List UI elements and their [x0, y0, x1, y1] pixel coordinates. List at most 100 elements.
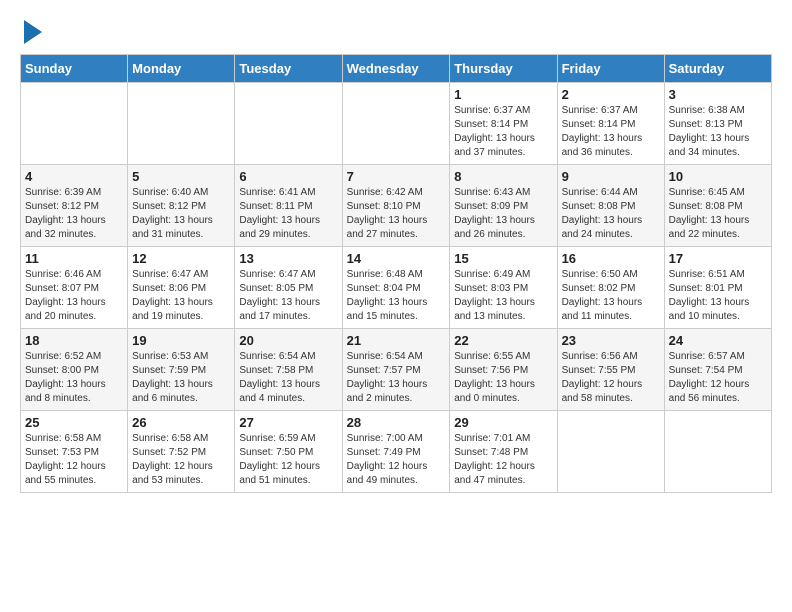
calendar-cell: 12 Sunrise: 6:47 AM Sunset: 8:06 PM Dayli…: [128, 247, 235, 329]
calendar-cell: 8 Sunrise: 6:43 AM Sunset: 8:09 PM Daylig…: [450, 165, 557, 247]
calendar-cell: [21, 83, 128, 165]
day-number: 21: [347, 333, 446, 348]
day-info: Sunrise: 6:43 AM Sunset: 8:09 PM Dayligh…: [454, 186, 552, 242]
page-header: [20, 20, 772, 44]
day-info: Sunrise: 6:47 AM Sunset: 8:06 PM Dayligh…: [132, 268, 230, 324]
day-number: 25: [25, 415, 123, 430]
day-number: 18: [25, 333, 123, 348]
day-info: Sunrise: 7:00 AM Sunset: 7:49 PM Dayligh…: [347, 432, 446, 488]
calendar-table: SundayMondayTuesdayWednesdayThursdayFrid…: [20, 54, 772, 493]
calendar-week-row: 18 Sunrise: 6:52 AM Sunset: 8:00 PM Dayli…: [21, 329, 772, 411]
day-info: Sunrise: 6:38 AM Sunset: 8:13 PM Dayligh…: [669, 104, 767, 160]
calendar-cell: 6 Sunrise: 6:41 AM Sunset: 8:11 PM Daylig…: [235, 165, 342, 247]
logo-arrow-icon: [24, 20, 42, 44]
day-number: 23: [562, 333, 660, 348]
calendar-cell: 4 Sunrise: 6:39 AM Sunset: 8:12 PM Daylig…: [21, 165, 128, 247]
day-number: 14: [347, 251, 446, 266]
calendar-cell: 1 Sunrise: 6:37 AM Sunset: 8:14 PM Daylig…: [450, 83, 557, 165]
day-number: 29: [454, 415, 552, 430]
day-number: 17: [669, 251, 767, 266]
calendar-week-row: 1 Sunrise: 6:37 AM Sunset: 8:14 PM Daylig…: [21, 83, 772, 165]
day-info: Sunrise: 6:52 AM Sunset: 8:00 PM Dayligh…: [25, 350, 123, 406]
day-number: 20: [239, 333, 337, 348]
weekday-header-friday: Friday: [557, 55, 664, 83]
day-info: Sunrise: 6:58 AM Sunset: 7:52 PM Dayligh…: [132, 432, 230, 488]
day-info: Sunrise: 7:01 AM Sunset: 7:48 PM Dayligh…: [454, 432, 552, 488]
day-info: Sunrise: 6:49 AM Sunset: 8:03 PM Dayligh…: [454, 268, 552, 324]
calendar-cell: 22 Sunrise: 6:55 AM Sunset: 7:56 PM Dayli…: [450, 329, 557, 411]
calendar-week-row: 4 Sunrise: 6:39 AM Sunset: 8:12 PM Daylig…: [21, 165, 772, 247]
day-info: Sunrise: 6:48 AM Sunset: 8:04 PM Dayligh…: [347, 268, 446, 324]
day-info: Sunrise: 6:39 AM Sunset: 8:12 PM Dayligh…: [25, 186, 123, 242]
calendar-cell: 3 Sunrise: 6:38 AM Sunset: 8:13 PM Daylig…: [664, 83, 771, 165]
calendar-cell: 26 Sunrise: 6:58 AM Sunset: 7:52 PM Dayli…: [128, 411, 235, 493]
calendar-cell: 18 Sunrise: 6:52 AM Sunset: 8:00 PM Dayli…: [21, 329, 128, 411]
day-number: 1: [454, 87, 552, 102]
day-number: 8: [454, 169, 552, 184]
calendar-cell: 17 Sunrise: 6:51 AM Sunset: 8:01 PM Dayli…: [664, 247, 771, 329]
day-info: Sunrise: 6:45 AM Sunset: 8:08 PM Dayligh…: [669, 186, 767, 242]
day-number: 10: [669, 169, 767, 184]
day-info: Sunrise: 6:57 AM Sunset: 7:54 PM Dayligh…: [669, 350, 767, 406]
logo: [20, 20, 42, 44]
calendar-cell: 16Sunrise: 6:50 AM Sunset: 8:02 PM Dayli…: [557, 247, 664, 329]
weekday-header-saturday: Saturday: [664, 55, 771, 83]
day-number: 4: [25, 169, 123, 184]
day-info: Sunrise: 6:37 AM Sunset: 8:14 PM Dayligh…: [454, 104, 552, 160]
day-number: 13: [239, 251, 337, 266]
calendar-cell: 25 Sunrise: 6:58 AM Sunset: 7:53 PM Dayli…: [21, 411, 128, 493]
calendar-cell: 7 Sunrise: 6:42 AM Sunset: 8:10 PM Daylig…: [342, 165, 450, 247]
day-info: Sunrise: 6:51 AM Sunset: 8:01 PM Dayligh…: [669, 268, 767, 324]
weekday-header-row: SundayMondayTuesdayWednesdayThursdayFrid…: [21, 55, 772, 83]
calendar-cell: 2 Sunrise: 6:37 AM Sunset: 8:14 PM Daylig…: [557, 83, 664, 165]
day-number: 9: [562, 169, 660, 184]
day-number: 6: [239, 169, 337, 184]
day-number: 5: [132, 169, 230, 184]
calendar-cell: 24 Sunrise: 6:57 AM Sunset: 7:54 PM Dayli…: [664, 329, 771, 411]
day-info: Sunrise: 6:50 AM Sunset: 8:02 PM Dayligh…: [562, 268, 660, 324]
day-number: 19: [132, 333, 230, 348]
weekday-header-monday: Monday: [128, 55, 235, 83]
calendar-cell: 29 Sunrise: 7:01 AM Sunset: 7:48 PM Dayli…: [450, 411, 557, 493]
day-number: 28: [347, 415, 446, 430]
day-number: 7: [347, 169, 446, 184]
day-number: 12: [132, 251, 230, 266]
day-info: Sunrise: 6:37 AM Sunset: 8:14 PM Dayligh…: [562, 104, 660, 160]
calendar-cell: 23Sunrise: 6:56 AM Sunset: 7:55 PM Dayli…: [557, 329, 664, 411]
day-info: Sunrise: 6:41 AM Sunset: 8:11 PM Dayligh…: [239, 186, 337, 242]
calendar-cell: [342, 83, 450, 165]
calendar-week-row: 25 Sunrise: 6:58 AM Sunset: 7:53 PM Dayli…: [21, 411, 772, 493]
day-info: Sunrise: 6:54 AM Sunset: 7:57 PM Dayligh…: [347, 350, 446, 406]
calendar-cell: 20 Sunrise: 6:54 AM Sunset: 7:58 PM Dayli…: [235, 329, 342, 411]
day-number: 3: [669, 87, 767, 102]
day-info: Sunrise: 6:54 AM Sunset: 7:58 PM Dayligh…: [239, 350, 337, 406]
day-info: Sunrise: 6:55 AM Sunset: 7:56 PM Dayligh…: [454, 350, 552, 406]
calendar-cell: 15 Sunrise: 6:49 AM Sunset: 8:03 PM Dayli…: [450, 247, 557, 329]
calendar-week-row: 11Sunrise: 6:46 AM Sunset: 8:07 PM Dayli…: [21, 247, 772, 329]
day-info: Sunrise: 6:47 AM Sunset: 8:05 PM Dayligh…: [239, 268, 337, 324]
day-number: 2: [562, 87, 660, 102]
day-number: 27: [239, 415, 337, 430]
calendar-cell: 27Sunrise: 6:59 AM Sunset: 7:50 PM Dayli…: [235, 411, 342, 493]
day-info: Sunrise: 6:40 AM Sunset: 8:12 PM Dayligh…: [132, 186, 230, 242]
day-number: 15: [454, 251, 552, 266]
calendar-cell: [557, 411, 664, 493]
day-info: Sunrise: 6:46 AM Sunset: 8:07 PM Dayligh…: [25, 268, 123, 324]
day-number: 26: [132, 415, 230, 430]
day-info: Sunrise: 6:44 AM Sunset: 8:08 PM Dayligh…: [562, 186, 660, 242]
day-number: 24: [669, 333, 767, 348]
calendar-cell: 5 Sunrise: 6:40 AM Sunset: 8:12 PM Daylig…: [128, 165, 235, 247]
day-info: Sunrise: 6:42 AM Sunset: 8:10 PM Dayligh…: [347, 186, 446, 242]
calendar-cell: 9 Sunrise: 6:44 AM Sunset: 8:08 PM Daylig…: [557, 165, 664, 247]
calendar-cell: 11Sunrise: 6:46 AM Sunset: 8:07 PM Dayli…: [21, 247, 128, 329]
calendar-cell: 28 Sunrise: 7:00 AM Sunset: 7:49 PM Dayli…: [342, 411, 450, 493]
calendar-cell: [128, 83, 235, 165]
day-number: 22: [454, 333, 552, 348]
calendar-cell: [664, 411, 771, 493]
day-info: Sunrise: 6:53 AM Sunset: 7:59 PM Dayligh…: [132, 350, 230, 406]
weekday-header-tuesday: Tuesday: [235, 55, 342, 83]
day-info: Sunrise: 6:58 AM Sunset: 7:53 PM Dayligh…: [25, 432, 123, 488]
calendar-cell: 19 Sunrise: 6:53 AM Sunset: 7:59 PM Dayli…: [128, 329, 235, 411]
calendar-cell: 13 Sunrise: 6:47 AM Sunset: 8:05 PM Dayli…: [235, 247, 342, 329]
weekday-header-sunday: Sunday: [21, 55, 128, 83]
